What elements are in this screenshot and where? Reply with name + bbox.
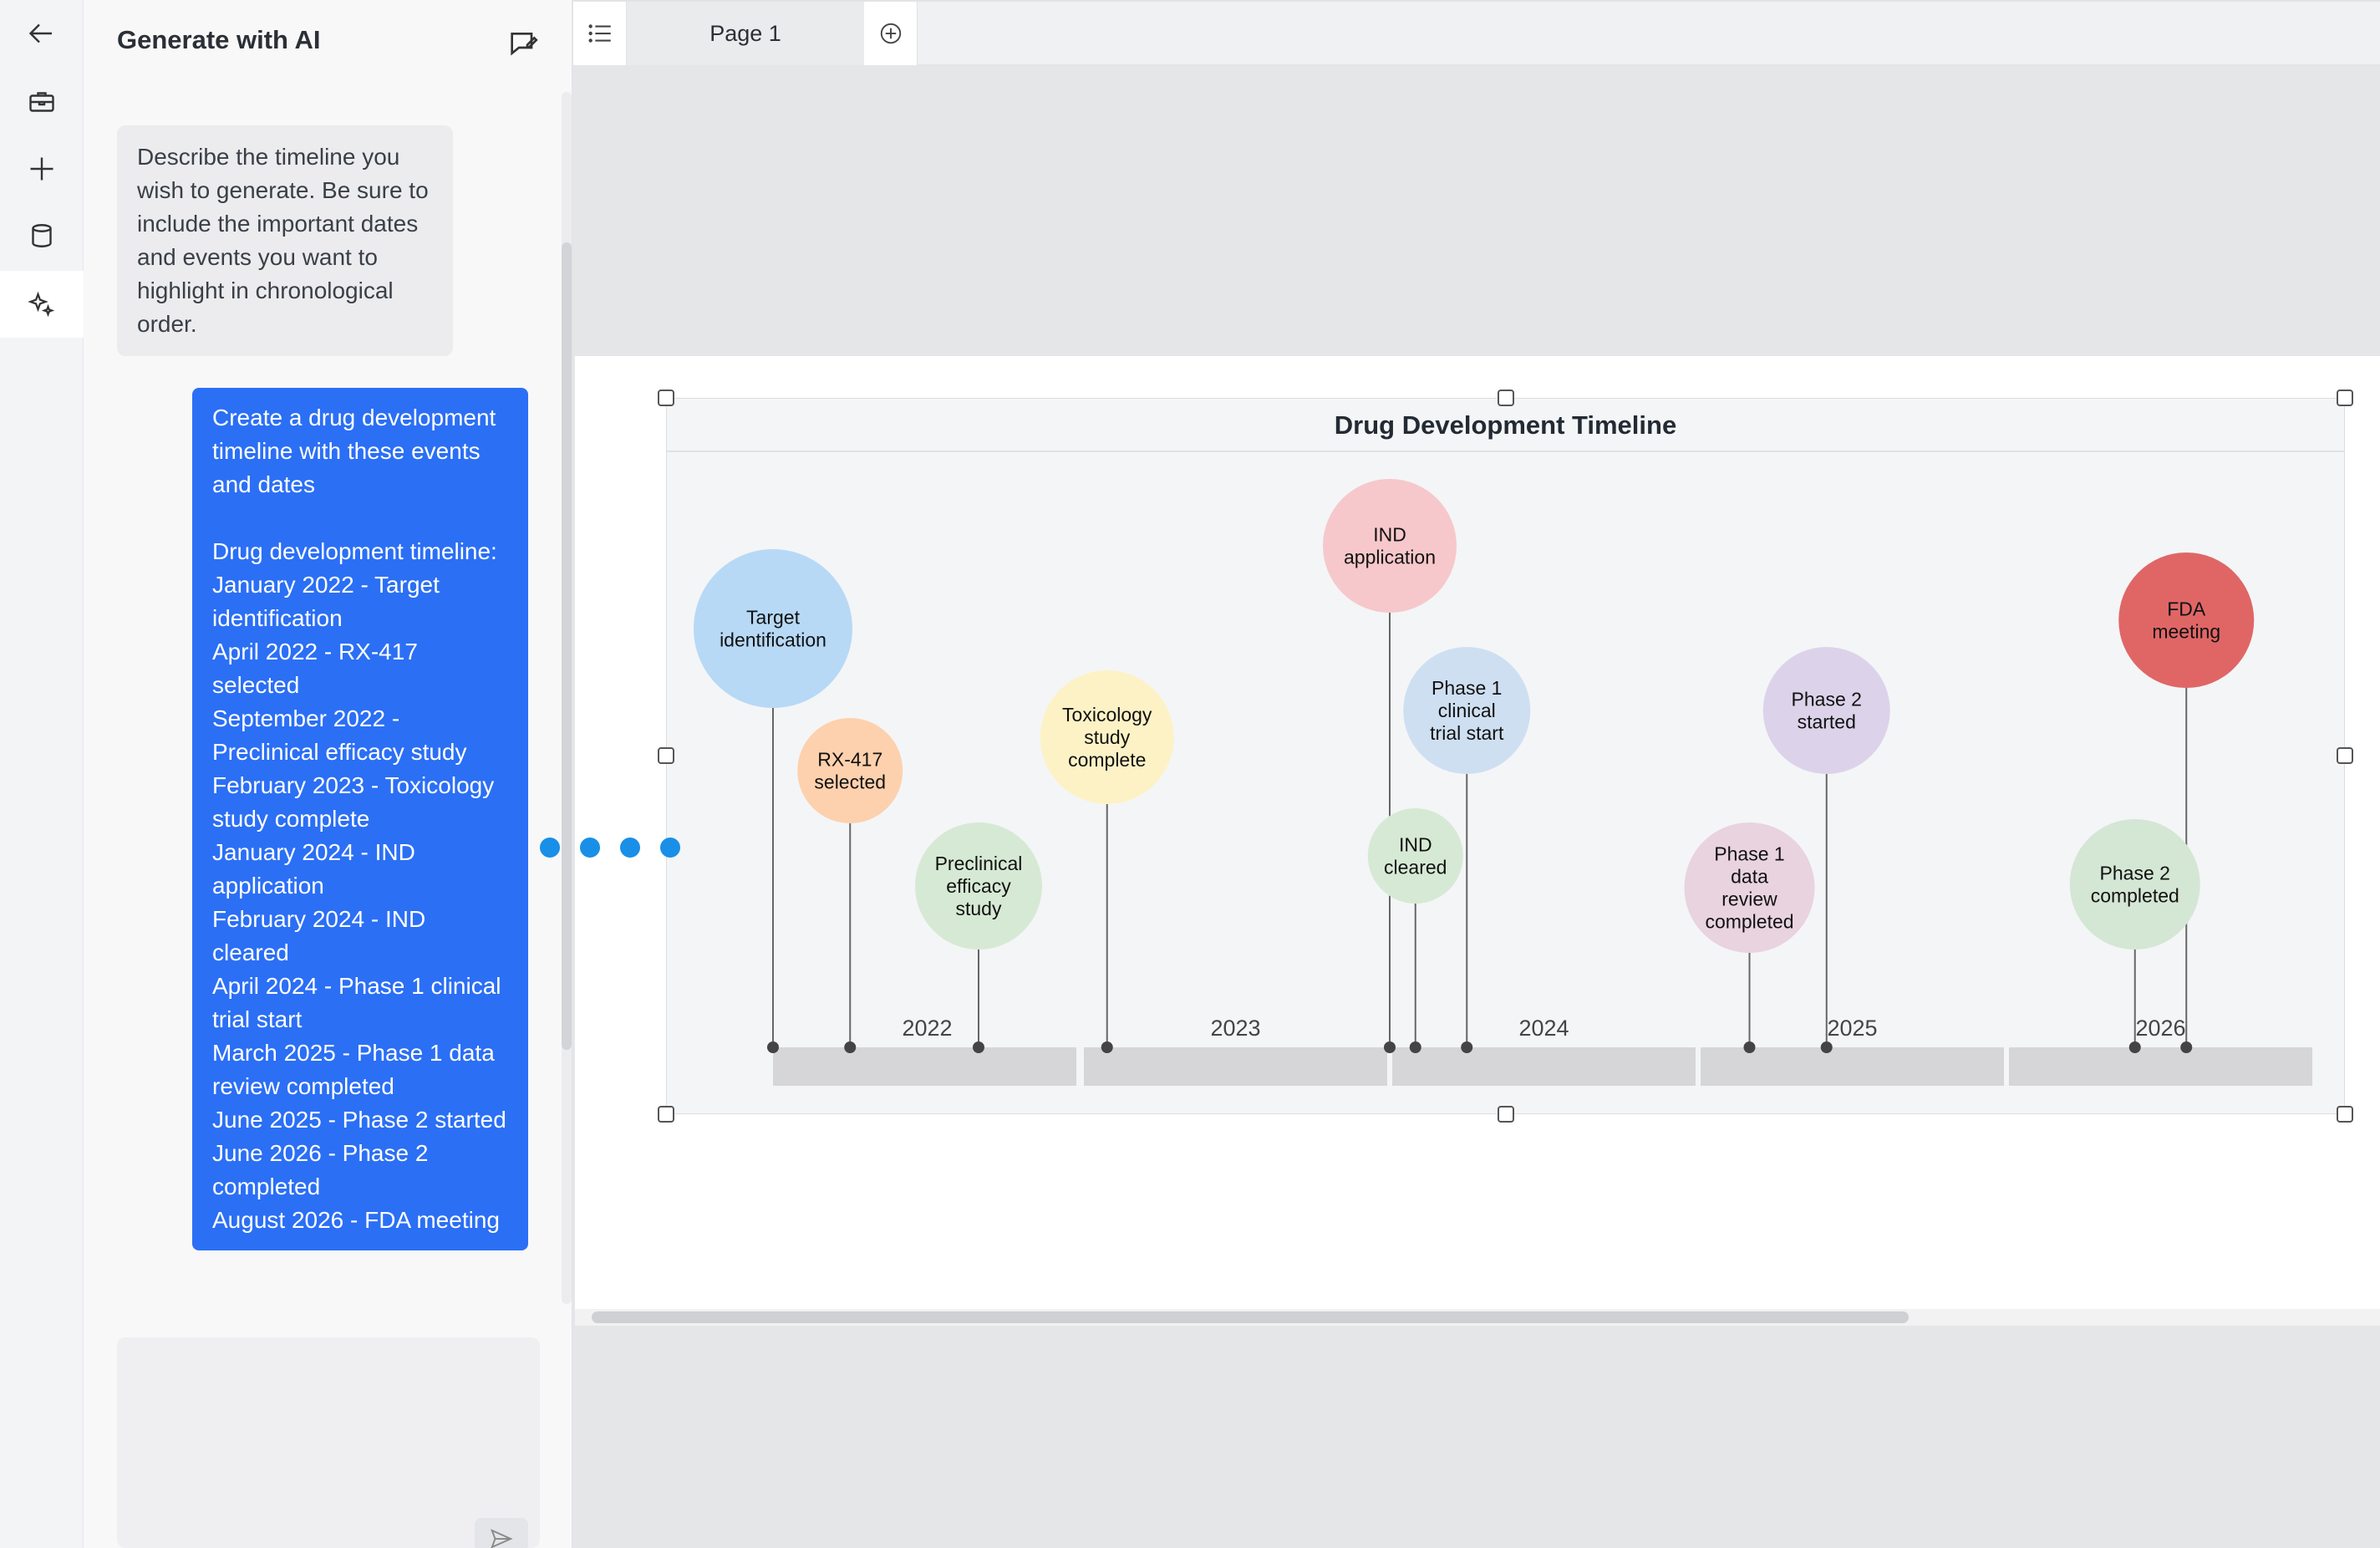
arrow-left-icon <box>28 23 52 43</box>
event-marker <box>844 1041 857 1053</box>
event-marker <box>1384 1041 1396 1053</box>
event-label: RX-417 selected <box>814 749 886 793</box>
year-label: 2025 <box>1827 1016 1877 1041</box>
send-icon <box>491 1529 513 1548</box>
event-marker <box>1820 1041 1833 1053</box>
send-button[interactable] <box>475 1518 528 1548</box>
database-icon <box>32 224 52 247</box>
event-label: Phase 2 completed <box>2091 863 2179 907</box>
add-page-button[interactable] <box>864 2 918 65</box>
event-marker <box>973 1041 984 1053</box>
timeline-chart: 2022 2023 2024 2025 2026Target identification… <box>694 479 2312 1086</box>
generate-ai-button[interactable] <box>0 271 84 338</box>
loading-dot <box>660 838 680 858</box>
new-chat-button[interactable] <box>506 27 540 60</box>
add-shape-button[interactable] <box>22 149 62 189</box>
resize-handle-left[interactable] <box>658 747 674 764</box>
sparkle-icon <box>28 291 55 318</box>
briefcase-icon <box>29 92 54 112</box>
chat-edit-icon <box>511 33 538 56</box>
loading-dot <box>540 838 560 858</box>
panel-title: Generate with AI <box>117 25 321 54</box>
loading-dot <box>620 838 640 858</box>
tab-page-1[interactable]: Page 1 <box>627 2 864 65</box>
loading-dot <box>580 838 600 858</box>
year-segment <box>773 1047 1076 1086</box>
year-label: 2026 <box>2135 1016 2185 1041</box>
user-message: Create a drug development timeline with … <box>192 388 528 1250</box>
year-label: 2022 <box>902 1016 952 1041</box>
tool-rail <box>0 0 84 1548</box>
assistant-message: Describe the timeline you wish to genera… <box>117 125 453 356</box>
year-segment <box>2009 1047 2312 1086</box>
resize-handle-top[interactable] <box>1498 390 1514 406</box>
plus-icon <box>30 157 53 181</box>
year-segment <box>1392 1047 1696 1086</box>
page-bar: Page 1 <box>573 0 2380 65</box>
back-button[interactable] <box>22 13 62 53</box>
resize-handle-top-right[interactable] <box>2337 390 2353 406</box>
resize-handle-bottom-left[interactable] <box>658 1106 674 1123</box>
app-root: Generate with AI Describe the timeline y… <box>0 0 2380 1548</box>
resize-handle-top-left[interactable] <box>658 390 674 406</box>
timeline-header: Drug Development Timeline <box>667 399 2344 452</box>
panel-scrollbar-thumb[interactable] <box>562 242 572 1050</box>
year-segment <box>1084 1047 1387 1086</box>
event-marker <box>1101 1041 1113 1053</box>
year-label: 2023 <box>1210 1016 1260 1041</box>
event-marker <box>1409 1041 1421 1053</box>
event-marker <box>2180 1041 2193 1053</box>
event-marker <box>1743 1041 1756 1053</box>
year-segment <box>1701 1047 2004 1086</box>
templates-button[interactable] <box>22 82 62 122</box>
resize-handle-bottom[interactable] <box>1498 1106 1514 1123</box>
resize-handle-right[interactable] <box>2337 747 2353 764</box>
event-label: Phase 1 clinical trial start <box>1430 677 1504 744</box>
resize-handle-bottom-right[interactable] <box>2337 1106 2353 1123</box>
data-button[interactable] <box>22 216 62 256</box>
event-marker <box>1461 1041 1473 1053</box>
event-label: Phase 2 started <box>1792 689 1862 733</box>
year-label: 2024 <box>1518 1016 1569 1041</box>
ai-panel: Generate with AI Describe the timeline y… <box>84 0 573 1548</box>
timeline-title: Drug Development Timeline <box>1334 410 1677 440</box>
page-list-button[interactable] <box>573 2 627 65</box>
event-marker <box>767 1041 779 1053</box>
canvas-scrollbar-thumb[interactable] <box>592 1311 1909 1323</box>
event-marker <box>2128 1041 2141 1053</box>
add-circle-icon <box>880 23 901 44</box>
list-icon <box>587 24 611 43</box>
generating-indicator <box>540 838 680 858</box>
prompt-input[interactable] <box>117 1337 540 1548</box>
